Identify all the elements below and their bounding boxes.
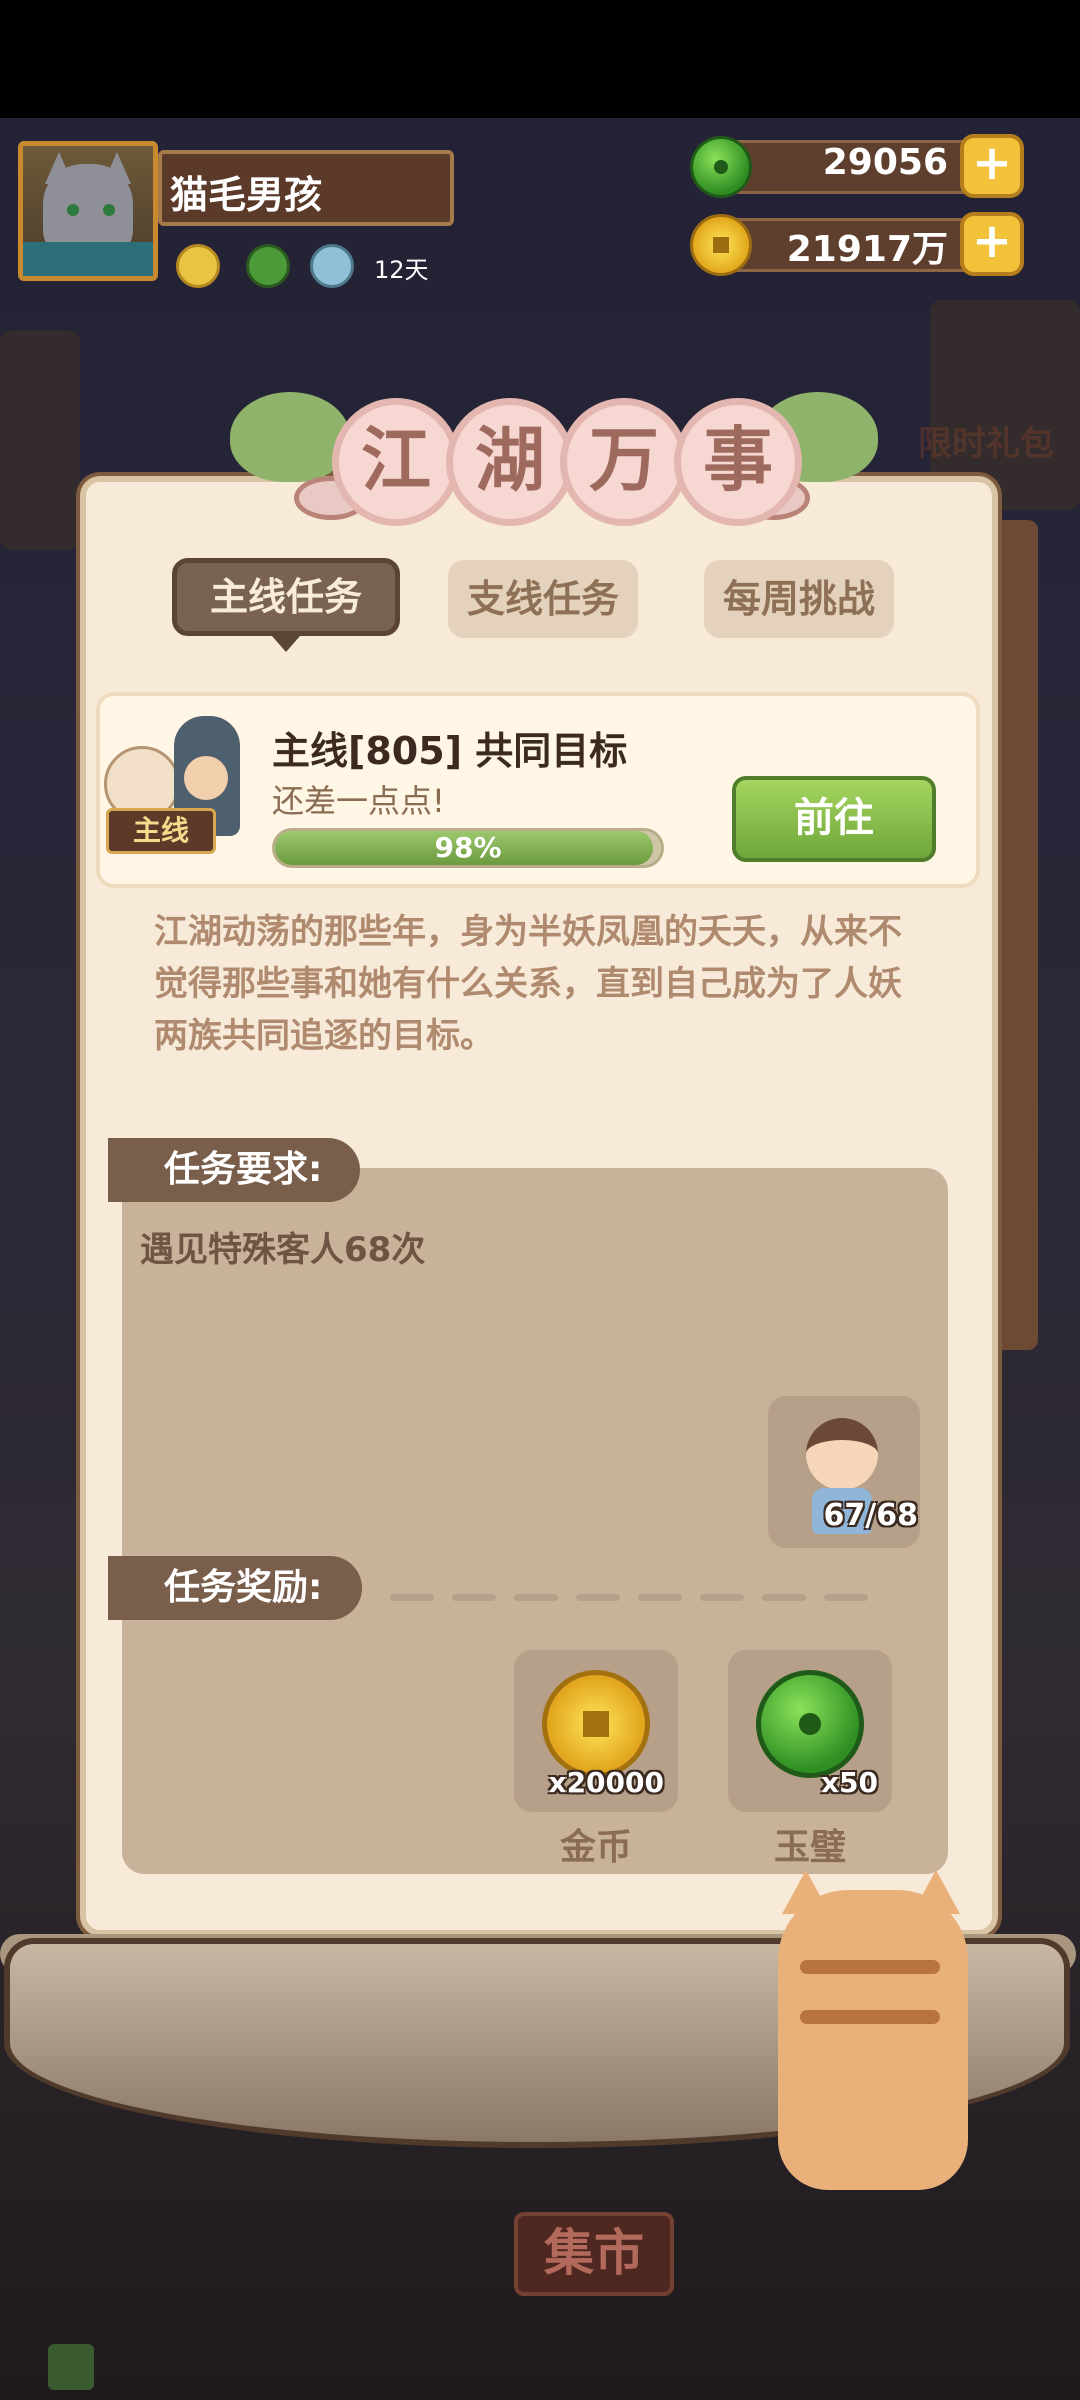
go-button[interactable]: 前往 — [732, 776, 936, 862]
player-avatar[interactable] — [18, 141, 158, 281]
reward-jade-qty: x50 — [820, 1766, 878, 1799]
reward-gold-name: 金币 — [559, 1827, 632, 1868]
panel-scroll-edge — [998, 520, 1038, 1350]
dish-buff-icon[interactable] — [310, 244, 354, 288]
add-jade-button[interactable]: + — [960, 134, 1024, 198]
special-guest-avatar-icon — [806, 1418, 878, 1490]
divider-dash — [762, 1594, 806, 1601]
add-gold-button[interactable]: + — [960, 212, 1024, 276]
divider-dash — [638, 1594, 682, 1601]
quest-title: 主线[805] 共同目标 — [272, 729, 628, 773]
quest-progress-text: 98% — [434, 831, 502, 864]
jade-bi-icon — [756, 1670, 864, 1778]
cat-stripe — [800, 2010, 940, 2024]
gold-buff-icon[interactable] — [176, 244, 220, 288]
corner-indicator — [48, 2344, 94, 2390]
tab-main-quest[interactable]: 主线任务 — [172, 558, 400, 636]
cat-mascot — [778, 1890, 968, 2190]
buff-days-text: 12天 — [374, 256, 429, 284]
player-name: 猫毛男孩 — [170, 173, 323, 217]
title-char-3: 万 — [560, 398, 688, 526]
jade-currency-icon — [690, 136, 752, 198]
reward-jade-name: 玉璧 — [773, 1827, 846, 1868]
divider-dash — [824, 1594, 868, 1601]
title-char-1: 江 — [332, 398, 460, 526]
active-tab-pointer — [272, 636, 300, 652]
title-char-4: 事 — [674, 398, 802, 526]
gold-coin-icon — [542, 1670, 650, 1778]
gold-amount: 21917万 — [786, 229, 948, 270]
player-name-plate[interactable]: 猫毛男孩 — [158, 150, 454, 226]
jade-amount: 29056 — [822, 142, 948, 183]
requirement-text: 遇见特殊客人68次 — [140, 1230, 426, 1270]
gold-currency-icon — [690, 214, 752, 276]
quest-subtitle: 还差一点点! — [272, 782, 445, 820]
status-bar — [0, 0, 1080, 118]
tab-side-quest[interactable]: 支线任务 — [448, 560, 638, 638]
divider-dash — [390, 1594, 434, 1601]
divider-dash — [700, 1594, 744, 1601]
requirement-progress-count: 67/68 — [823, 1498, 918, 1533]
market-sign[interactable]: 集市 — [514, 2212, 674, 2296]
divider-dash — [452, 1594, 496, 1601]
divider-dash — [576, 1594, 620, 1601]
jade-buff-icon[interactable] — [246, 244, 290, 288]
reward-label: 任务奖励: — [108, 1556, 362, 1620]
reward-gold-qty: x20000 — [548, 1766, 664, 1799]
event-banner-text[interactable]: 限时礼包 — [918, 416, 1054, 465]
title-char-2: 湖 — [446, 398, 574, 526]
scene-decoration-left — [0, 330, 80, 550]
quest-story-text: 江湖动荡的那些年，身为半妖凤凰的夭夭，从来不觉得那些事和她有什么关系，直到自己成… — [154, 912, 902, 1056]
cat-stripe — [800, 1960, 940, 1974]
divider-dash — [514, 1594, 558, 1601]
requirement-label: 任务要求: — [108, 1138, 360, 1202]
main-quest-tag: 主线 — [106, 808, 216, 854]
quest-progress-bar: 98% — [272, 828, 664, 868]
tab-weekly-challenge[interactable]: 每周挑战 — [704, 560, 894, 638]
